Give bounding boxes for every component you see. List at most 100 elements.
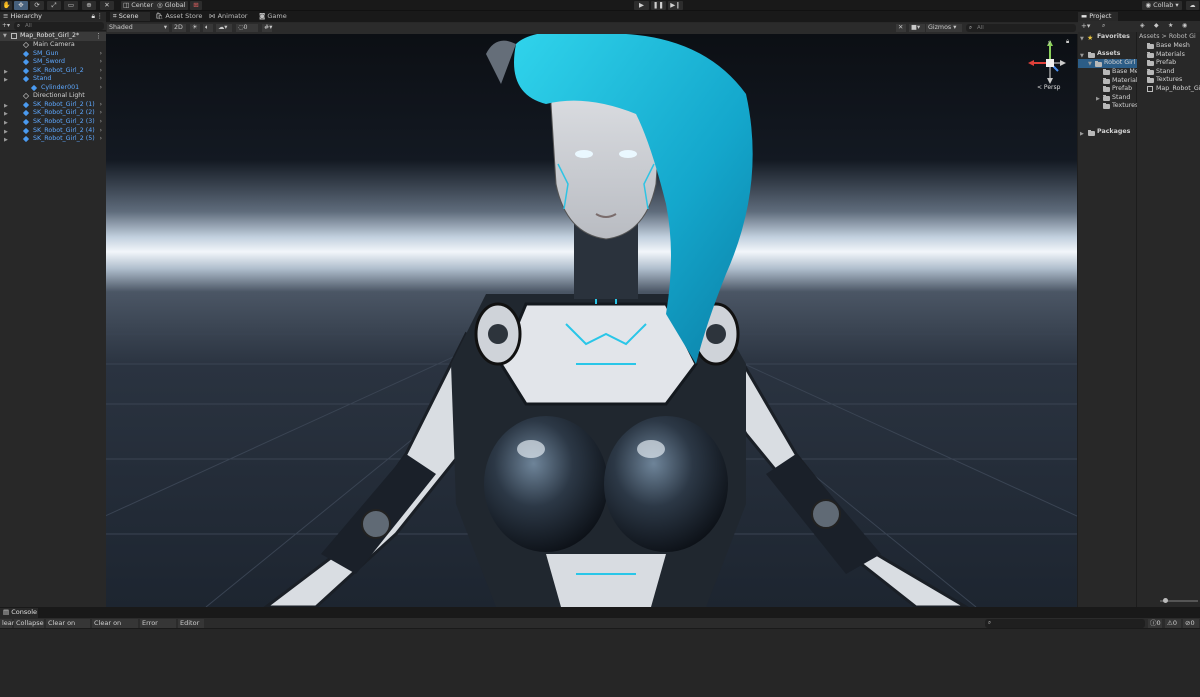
tab-asset-store[interactable]: 🛍︎ Asset Store: [152, 12, 204, 21]
camera-icon[interactable]: ■▾: [909, 24, 925, 32]
prefab-open-chevron-icon[interactable]: ›: [100, 84, 102, 93]
hierarchy-item[interactable]: ▶ Stand ›: [0, 75, 106, 84]
expand-arrow-icon[interactable]: ▶: [4, 129, 8, 135]
tab-console[interactable]: ▤ Console: [0, 608, 38, 618]
zoom-slider[interactable]: [1160, 598, 1198, 603]
expand-arrow-icon[interactable]: ▶: [4, 103, 8, 109]
tree-item[interactable]: Prefab: [1078, 85, 1137, 94]
hierarchy-item[interactable]: Main Camera: [0, 41, 106, 50]
hierarchy-item[interactable]: ▶ SK_Robot_Girl_2 ›: [0, 67, 106, 76]
hierarchy-item[interactable]: Directional Light: [0, 92, 106, 101]
hierarchy-item[interactable]: ▶ SK_Robot_Girl_2 (1) ›: [0, 101, 106, 110]
tree-item[interactable]: Material: [1078, 77, 1137, 86]
expand-arrow-icon[interactable]: ▶: [1096, 96, 1100, 102]
expand-arrow-icon[interactable]: ▶: [4, 137, 8, 143]
cloud-icon[interactable]: ☁: [1186, 1, 1199, 10]
effects-icon[interactable]: ☁▾: [216, 24, 232, 32]
orientation-gizmo[interactable]: y < Persp: [1020, 38, 1075, 98]
hierarchy-search-input[interactable]: ⌕ All: [14, 22, 104, 30]
hand-icon[interactable]: ✋: [1, 1, 12, 10]
error-count-toggle[interactable]: ⊘0: [1183, 619, 1199, 628]
expand-arrow-icon[interactable]: ▶: [4, 69, 8, 75]
expand-arrow-icon[interactable]: ▶: [1080, 131, 1084, 137]
file-item[interactable]: Base Mesh: [1138, 42, 1200, 51]
lock-icon[interactable]: 🔒︎: [1066, 38, 1069, 46]
expand-arrow-icon[interactable]: ▼: [3, 32, 7, 41]
step-icon[interactable]: ▶❙: [668, 1, 683, 10]
tools-icon[interactable]: ✕: [896, 24, 906, 32]
assets-label[interactable]: Assets: [1097, 50, 1120, 59]
scene-header-row[interactable]: ▼ Map_Robot_Girl_2* ⋮: [0, 32, 106, 41]
lock-icon[interactable]: 🔒︎: [92, 12, 95, 21]
audio-icon[interactable]: 🔈︎: [203, 24, 213, 32]
file-item[interactable]: Textures: [1138, 76, 1200, 85]
tree-item[interactable]: ▶ Stand: [1078, 94, 1137, 103]
tree-item-robot-girl[interactable]: ▼ Robot Girl 2: [1078, 59, 1137, 68]
scale-icon[interactable]: ⤢: [47, 1, 61, 10]
expand-arrow-icon[interactable]: ▼: [1080, 36, 1084, 42]
file-item[interactable]: Materials: [1138, 51, 1200, 60]
hidden-objects-toggle[interactable]: ◌0: [236, 24, 258, 32]
expand-arrow-icon[interactable]: ▶: [4, 120, 8, 126]
console-search-input[interactable]: ⌕: [985, 619, 1145, 628]
pause-icon[interactable]: ❚❚: [651, 1, 666, 10]
warning-count-toggle[interactable]: ⚠0: [1165, 619, 1181, 628]
more-menu-icon[interactable]: ⋮: [97, 12, 104, 21]
tab-animator[interactable]: ⋈ Animator: [206, 12, 254, 21]
expand-arrow-icon[interactable]: ▶: [4, 111, 8, 117]
snap-icon[interactable]: ⊞: [190, 1, 202, 10]
prefab-open-chevron-icon[interactable]: ›: [100, 135, 102, 144]
file-item[interactable]: Prefab: [1138, 59, 1200, 68]
prefab-open-chevron-icon[interactable]: ›: [100, 67, 102, 76]
draw-mode-dropdown[interactable]: Shaded ▾: [107, 24, 169, 32]
scene-menu-icon[interactable]: ⋮: [95, 32, 102, 41]
scene-viewport[interactable]: y < Persp 🔒︎: [106, 34, 1077, 607]
tab-scene[interactable]: ⌗ Scene: [110, 12, 150, 21]
eye-icon[interactable]: ◉: [1182, 22, 1187, 29]
collapse-button[interactable]: Collapse: [14, 619, 44, 628]
pivot-center-button[interactable]: ◫ Center: [121, 1, 155, 10]
breadcrumb-robot[interactable]: Robot Gi: [1169, 33, 1196, 40]
clear-on-build-button[interactable]: Clear on Build: [92, 619, 138, 636]
breadcrumb-assets[interactable]: Assets: [1139, 33, 1160, 40]
gizmos-dropdown[interactable]: Gizmos ▾: [926, 24, 962, 32]
collab-button[interactable]: ◉ Collab ▾: [1142, 1, 1182, 10]
tab-hierarchy[interactable]: ≡ Hierarchy 🔒︎ ⋮: [0, 12, 106, 21]
grid-icon[interactable]: #▾: [262, 24, 272, 32]
lighting-icon[interactable]: ☀: [190, 24, 200, 32]
info-count-toggle[interactable]: ⓘ0: [1148, 619, 1162, 628]
prefab-open-chevron-icon[interactable]: ›: [100, 50, 102, 59]
expand-arrow-icon[interactable]: ▼: [1088, 61, 1092, 67]
label-icon[interactable]: ◆: [1154, 22, 1159, 29]
play-icon[interactable]: ▶: [634, 1, 649, 10]
create-dropdown[interactable]: +▾: [1081, 22, 1090, 30]
clear-on-play-button[interactable]: Clear on Play: [46, 619, 90, 636]
rotate-icon[interactable]: ⟳: [30, 1, 44, 10]
persp-label[interactable]: < Persp: [1037, 84, 1060, 91]
scene-search-input[interactable]: ⌕ All: [966, 24, 1076, 32]
prefab-open-chevron-icon[interactable]: ›: [100, 101, 102, 110]
tab-game[interactable]: ◙ Game: [256, 12, 294, 21]
hierarchy-item[interactable]: ▶ SK_Robot_Girl_2 (2) ›: [0, 109, 106, 118]
clear-button[interactable]: lear: [0, 619, 14, 628]
global-space-button[interactable]: ◎ Global: [155, 1, 188, 10]
file-item[interactable]: Map_Robot_Girl: [1138, 85, 1200, 94]
prefab-open-chevron-icon[interactable]: ›: [100, 127, 102, 136]
prefab-open-chevron-icon[interactable]: ›: [100, 109, 102, 118]
prefab-open-chevron-icon[interactable]: ›: [100, 75, 102, 84]
2d-toggle[interactable]: 2D: [172, 24, 186, 32]
hierarchy-item[interactable]: SM_Sword ›: [0, 58, 106, 67]
filter-icon[interactable]: ◈: [1140, 22, 1145, 29]
prefab-open-chevron-icon[interactable]: ›: [100, 118, 102, 127]
prefab-open-chevron-icon[interactable]: ›: [100, 58, 102, 67]
tab-project[interactable]: ▬ Project: [1078, 12, 1118, 21]
transform-icon[interactable]: ⊕: [82, 1, 96, 10]
tree-item[interactable]: Base Me: [1078, 68, 1137, 77]
expand-arrow-icon[interactable]: ▶: [4, 77, 8, 83]
slider-thumb[interactable]: [1163, 598, 1168, 603]
packages-label[interactable]: Packages: [1097, 128, 1130, 137]
star-icon[interactable]: ★: [1168, 22, 1173, 29]
console-log[interactable]: [0, 629, 1200, 697]
tree-item[interactable]: Textures: [1078, 102, 1137, 111]
editor-dropdown[interactable]: Editor ▾: [178, 619, 204, 636]
